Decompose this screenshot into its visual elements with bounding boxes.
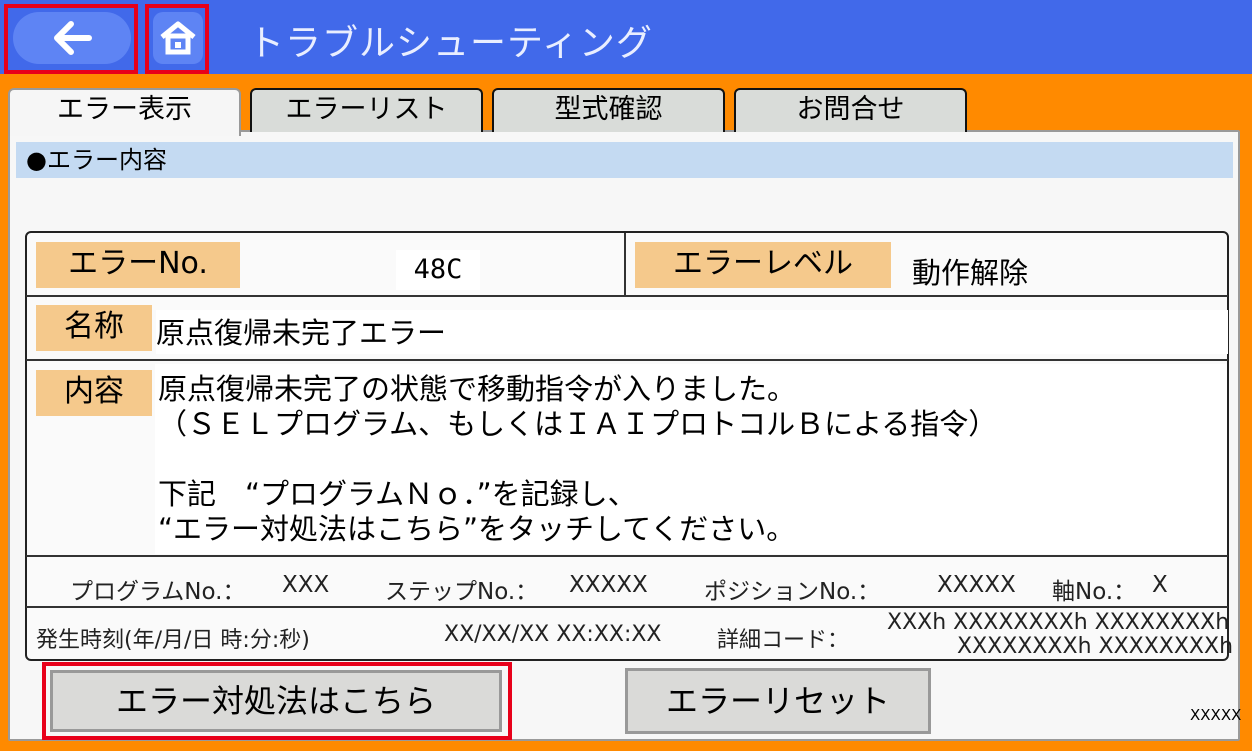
error-guide-button[interactable]: エラー対処法はこちら	[50, 670, 502, 732]
error-level-label: エラーレベル	[635, 242, 891, 288]
error-name-value: 原点復帰未完了エラー	[156, 310, 1228, 354]
tab-error-display[interactable]: エラー表示	[8, 88, 241, 136]
tab-contact[interactable]: お問合せ	[734, 88, 967, 132]
divider	[26, 295, 1228, 297]
divider	[26, 606, 1228, 608]
program-no-value: XXX	[282, 572, 330, 598]
section-title: ●エラー内容	[16, 142, 1233, 178]
error-content-label: 内容	[36, 370, 152, 416]
error-reset-button[interactable]: エラーリセット	[625, 668, 931, 734]
axis-no-label: 軸No.：	[1052, 579, 1137, 605]
arrow-left-icon	[54, 21, 92, 55]
tab-model-check[interactable]: 型式確認	[492, 88, 725, 132]
home-icon	[160, 21, 196, 55]
position-no-label: ポジションNo.：	[704, 579, 881, 605]
detail-code-label: 詳細コード：	[717, 628, 850, 653]
page-title: トラブルシューティング	[248, 23, 653, 64]
error-name-label: 名称	[36, 305, 152, 351]
step-no-value: XXXXX	[569, 572, 648, 598]
error-no-label: エラーNo.	[36, 242, 240, 288]
footer-code: XXXXX	[1190, 706, 1242, 724]
detail-code-line2: XXXXXXXXh XXXXXXXXh	[957, 634, 1234, 659]
content-line: （ＳＥＬプログラム、もしくはＩＡＩプロトコルＢによる指令）	[158, 407, 998, 441]
home-button[interactable]	[153, 12, 203, 64]
tab-error-list[interactable]: エラーリスト	[250, 88, 483, 132]
axis-no-value: X	[1152, 572, 1168, 598]
time-label: 発生時刻(年/月/日 時:分:秒)	[36, 628, 310, 653]
position-no-value: XXXXX	[937, 572, 1016, 598]
program-no-label: プログラムNo.：	[70, 579, 246, 605]
error-level-value: 動作解除	[912, 256, 1029, 290]
step-no-label: ステップNo.：	[385, 579, 539, 605]
error-no-value: 48C	[396, 250, 480, 290]
time-value: XX/XX/XX XX:XX:XX	[444, 622, 662, 647]
divider	[26, 555, 1228, 557]
detail-code-line1: XXXh XXXXXXXXh XXXXXXXXh	[887, 610, 1230, 635]
divider	[624, 233, 626, 296]
content-line: “エラー対処法はこちら”をタッチしてください。	[158, 512, 796, 546]
divider	[26, 359, 1228, 361]
back-button[interactable]	[13, 12, 131, 64]
